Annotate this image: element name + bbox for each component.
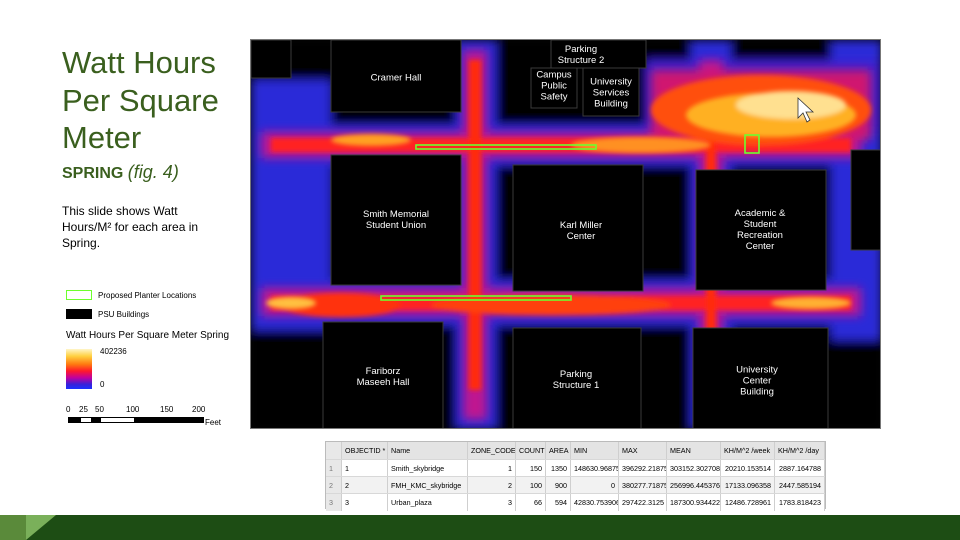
table-cell: 1783.818423 — [775, 494, 825, 511]
table-cell: 187300.934422 — [667, 494, 721, 511]
table-cell: 594 — [546, 494, 571, 511]
table-cell: 148630.96875 — [571, 460, 619, 477]
scale-tick: 50 — [95, 405, 104, 414]
table-cell: 20210.153514 — [721, 460, 775, 477]
scale-tick: 200 — [192, 405, 206, 414]
table-cell: 66 — [516, 494, 546, 511]
legend-planter-row: Proposed Planter Locations — [66, 289, 196, 301]
column-header[interactable]: KH/M^2 /day — [775, 442, 825, 459]
scale-tick: 0 — [66, 405, 71, 414]
table-cell: 2 — [342, 477, 388, 494]
planter-swatch — [66, 290, 92, 300]
ramp-max-value: 402236 — [100, 347, 127, 356]
table-cell: 297422.3125 — [619, 494, 667, 511]
column-header[interactable]: KH/M^2 /week — [721, 442, 775, 459]
column-header[interactable]: MEAN — [667, 442, 721, 459]
column-header[interactable]: Name — [388, 442, 468, 459]
season-subtitle: SPRING (fig. 4) — [62, 162, 179, 183]
label-asrc: Academic & Student Recreation Center — [734, 208, 786, 252]
footer-arrow-shape — [26, 515, 56, 540]
label-campus-public-safety: Campus Public Safety — [536, 69, 572, 103]
table-cell: 3 — [342, 494, 388, 511]
footer-accent — [0, 515, 26, 540]
column-header[interactable]: COUNT — [516, 442, 546, 459]
table-cell: FMH_KMC_skybridge — [388, 477, 468, 494]
label-university-services-building: University Services Building — [590, 76, 632, 110]
table-cell: 100 — [516, 477, 546, 494]
ramp-min-value: 0 — [100, 380, 105, 389]
row-number: 2 — [326, 477, 342, 494]
column-header[interactable]: AREA — [546, 442, 571, 459]
table-cell: 0 — [571, 477, 619, 494]
table-cell: 256996.445376 — [667, 477, 721, 494]
season-label: SPRING — [62, 165, 124, 182]
table-cell: 1350 — [546, 460, 571, 477]
table-cell: 17133.096358 — [721, 477, 775, 494]
slide-description: This slide shows Watt Hours/M² for each … — [62, 204, 199, 250]
planter-label: Proposed Planter Locations — [98, 290, 197, 300]
attribute-table: OBJECTID * Name ZONE_CODE COUNT AREA MIN… — [325, 441, 826, 511]
table-row[interactable]: 2 2 FMH_KMC_skybridge 2 100 900 0 380277… — [326, 476, 825, 494]
row-number: 1 — [326, 460, 342, 477]
label-parking-structure-1: Parking Structure 1 — [552, 369, 600, 391]
row-number: 3 — [326, 494, 342, 511]
table-row[interactable]: 1 1 Smith_skybridge 1 150 1350 148630.96… — [326, 459, 825, 477]
table-cell: 1 — [468, 460, 516, 477]
figure-ref: (fig. 4) — [127, 162, 179, 182]
scale-tick: 100 — [126, 405, 140, 414]
table-cell: 42830.753906 — [571, 494, 619, 511]
table-cell: 396292.21875 — [619, 460, 667, 477]
scale-unit: Feet — [205, 418, 222, 427]
scale-bar — [68, 417, 204, 423]
buildings-swatch — [66, 309, 92, 319]
slide-title: Watt Hours Per Square Meter — [62, 45, 219, 155]
table-cell: 2447.585194 — [775, 477, 825, 494]
table-cell: Smith_skybridge — [388, 460, 468, 477]
column-header[interactable]: OBJECTID * — [342, 442, 388, 459]
label-fariborz-maseeh-hall: Fariborz Maseeh Hall — [356, 366, 410, 388]
column-header[interactable]: ZONE_CODE — [468, 442, 516, 459]
column-header[interactable]: MIN — [571, 442, 619, 459]
table-cell: 1 — [342, 460, 388, 477]
table-cell: 12486.728961 — [721, 494, 775, 511]
table-cell: 3 — [468, 494, 516, 511]
ramp-title: Watt Hours Per Square Meter Spring — [66, 330, 230, 341]
label-karl-miller-center: Karl Miller Center — [559, 220, 603, 242]
label-parking-structure-2: Parking Structure 2 — [557, 44, 605, 66]
footer-bar — [0, 515, 960, 540]
scale-tick-labels: 0 25 50 100 150 200 — [66, 405, 226, 415]
label-university-center-building: University Center Building — [736, 364, 778, 398]
table-header-row: OBJECTID * Name ZONE_CODE COUNT AREA MIN… — [326, 442, 825, 459]
table-row[interactable]: 3 3 Urban_plaza 3 66 594 42830.753906 29… — [326, 493, 825, 511]
row-number-header — [326, 442, 342, 459]
buildings-label: PSU Buildings — [98, 309, 150, 319]
table-cell: 900 — [546, 477, 571, 494]
table-cell: 380277.71875 — [619, 477, 667, 494]
table-cell: 150 — [516, 460, 546, 477]
heat-map[interactable]: Cramer Hall Parking Structure 2 Campus P… — [250, 39, 881, 429]
table-cell: Urban_plaza — [388, 494, 468, 511]
table-cell: 303152.302708 — [667, 460, 721, 477]
scale-tick: 25 — [79, 405, 88, 414]
column-header[interactable]: MAX — [619, 442, 667, 459]
label-smith-memorial: Smith Memorial Student Union — [363, 209, 429, 231]
table-cell: 2887.164788 — [775, 460, 825, 477]
color-ramp — [66, 349, 92, 389]
label-cramer-hall: Cramer Hall — [370, 72, 422, 84]
table-cell: 2 — [468, 477, 516, 494]
scale-tick: 150 — [160, 405, 174, 414]
legend-buildings-row: PSU Buildings — [66, 308, 149, 320]
